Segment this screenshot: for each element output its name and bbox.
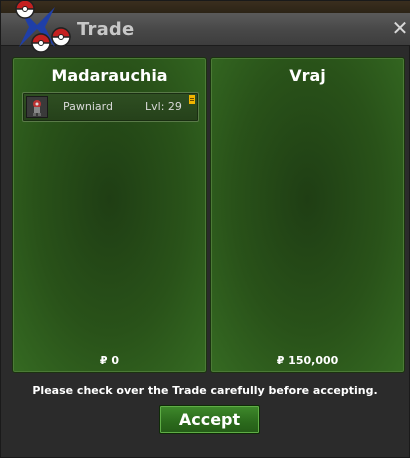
trade-notice: Please check over the Trade carefully be… <box>32 384 378 397</box>
trade-window: Trade ✕ Madarauchia Pawniard Lvl: 29 ₽ 0… <box>0 0 410 458</box>
close-button[interactable]: ✕ <box>391 18 409 38</box>
pokemon-slot[interactable]: Pawniard Lvl: 29 <box>22 92 199 122</box>
right-trade-panel: Vraj ₽ 150,000 <box>210 57 405 373</box>
left-money-offer: ₽ 0 <box>99 354 120 367</box>
trade-logo-icon <box>15 1 71 53</box>
window-title: Trade <box>77 19 135 40</box>
accept-button[interactable]: Accept <box>159 405 260 434</box>
pokemon-name: Pawniard <box>63 100 113 113</box>
held-item-icon <box>189 95 195 104</box>
left-player-name: Madarauchia <box>51 66 168 85</box>
left-trade-panel: Madarauchia Pawniard Lvl: 29 ₽ 0 <box>12 57 207 373</box>
right-money-offer: ₽ 150,000 <box>276 354 339 367</box>
pokemon-level: Lvl: 29 <box>145 100 182 113</box>
right-player-name: Vraj <box>289 66 326 85</box>
pawniard-sprite-icon <box>26 96 48 118</box>
